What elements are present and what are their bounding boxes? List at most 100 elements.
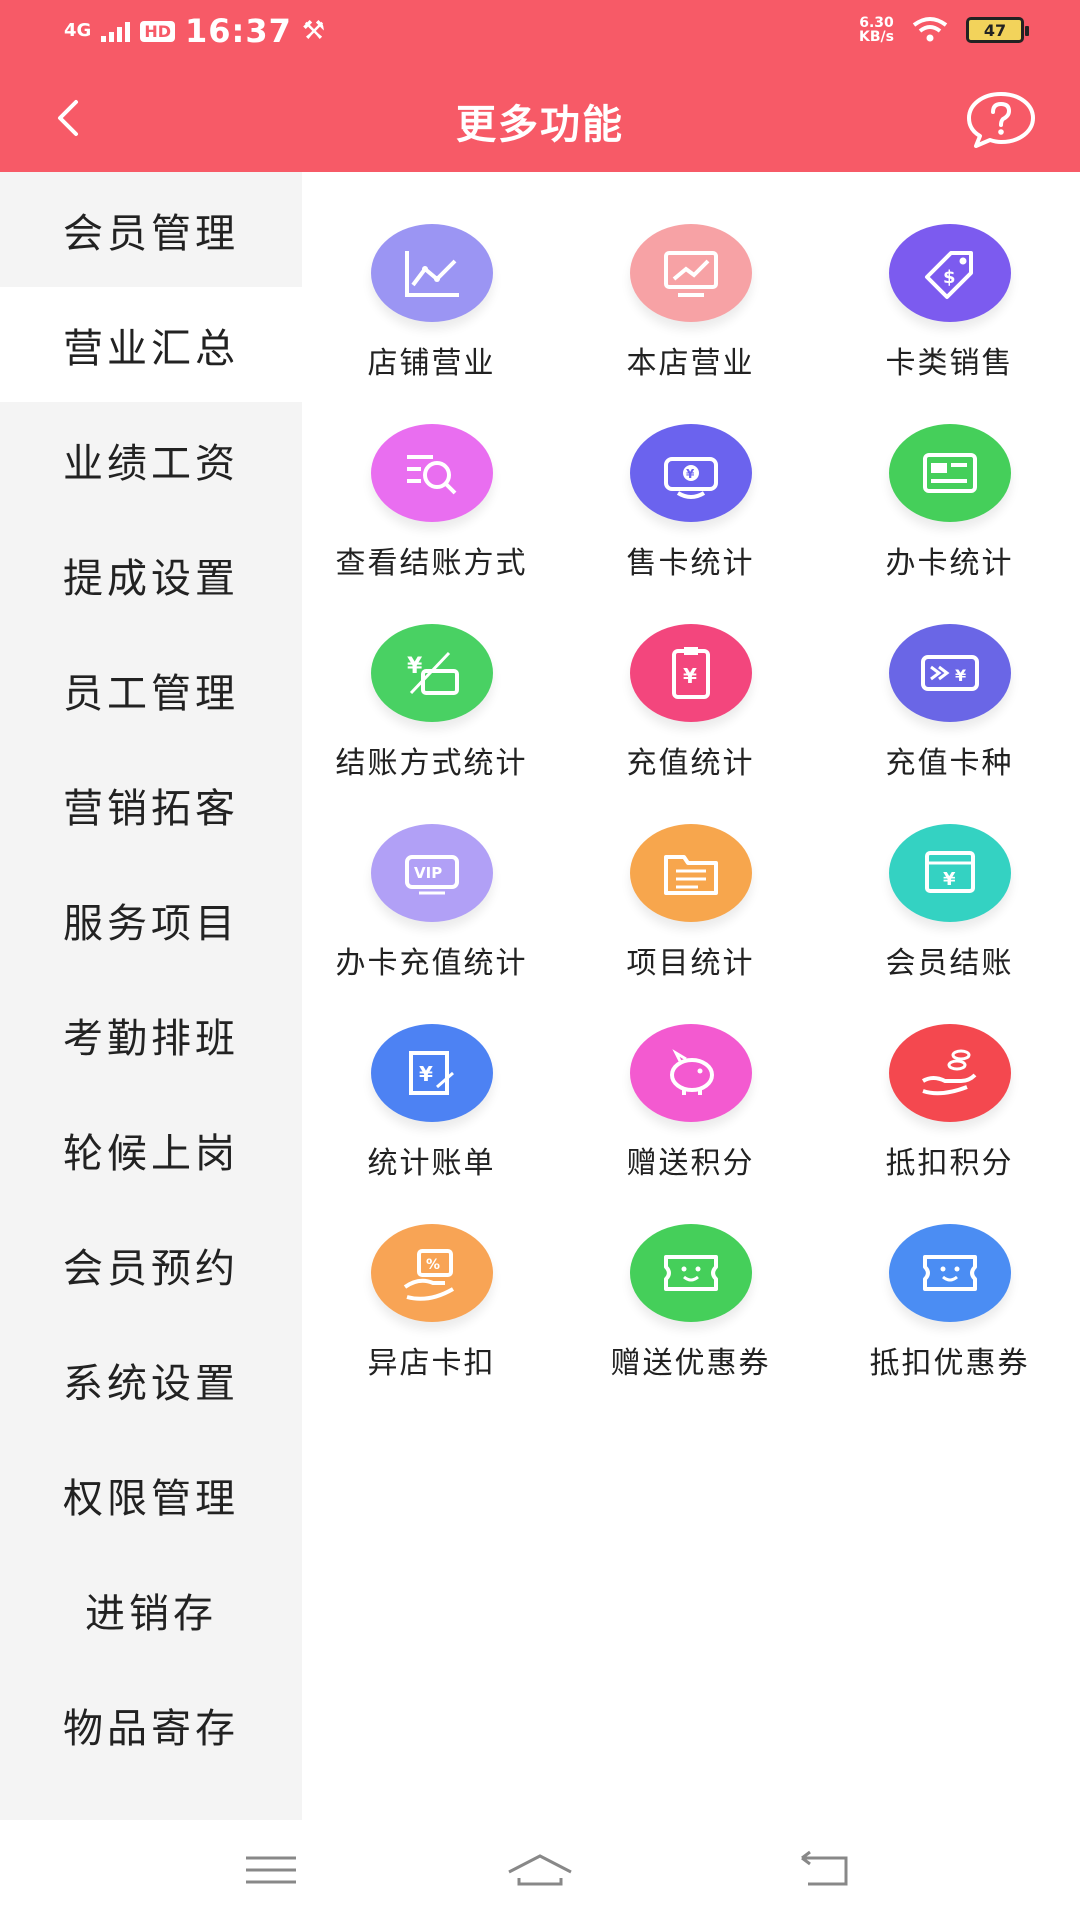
status-right: 6.30 KB/s 47 [859, 16, 1029, 44]
function-tile[interactable]: % 异店卡扣 [302, 1172, 561, 1381]
sidebar-item-label: 物品寄存 [63, 1705, 239, 1752]
sidebar-item-label: 会员管理 [63, 210, 239, 257]
function-tile[interactable]: ¥ 售卡统计 [561, 372, 820, 581]
function-tile[interactable]: 抵扣优惠券 [820, 1172, 1079, 1381]
sidebar-item-staff-management[interactable]: 员工管理 [0, 632, 302, 747]
back-nav-icon[interactable] [790, 1850, 860, 1890]
function-tile[interactable]: ¥ 会员结账 [820, 772, 1079, 981]
clipboard-yen-icon: ¥ [630, 624, 752, 722]
function-tile[interactable]: 店铺营业 [302, 172, 561, 381]
system-navigation-bar [0, 1820, 1080, 1920]
sidebar-item-member-booking[interactable]: 会员预约 [0, 1207, 302, 1322]
svg-text:¥: ¥ [683, 664, 697, 688]
sidebar-item-label: 员工管理 [63, 670, 239, 717]
function-tile[interactable]: 项目统计 [561, 772, 820, 981]
function-tile[interactable]: $ 卡类销售 [820, 172, 1079, 381]
sidebar-item-member-management[interactable]: 会员管理 [0, 172, 302, 287]
battery-icon: 47 [966, 17, 1029, 43]
sidebar-item-inventory[interactable]: 进销存 [0, 1552, 302, 1667]
function-tile[interactable]: ¥ 统计账单 [302, 972, 561, 1181]
search-list-icon [371, 424, 493, 522]
status-left: 4G HD 16:37 ⚒ [64, 12, 325, 50]
sidebar-item-permissions[interactable]: 权限管理 [0, 1437, 302, 1552]
coupon-smile-icon [889, 1224, 1011, 1322]
line-chart-icon [371, 224, 493, 322]
sidebar-item-label: 权限管理 [63, 1475, 239, 1522]
top-bar: 4G HD 16:37 ⚒ 6.30 KB/s 47 更多功能 [0, 0, 1080, 172]
svg-text:¥: ¥ [419, 1062, 433, 1086]
sidebar-item-marketing[interactable]: 营销拓客 [0, 747, 302, 862]
coin-hand-icon [889, 1024, 1011, 1122]
svg-text:¥: ¥ [686, 467, 695, 481]
function-tile[interactable]: 赠送积分 [561, 972, 820, 1181]
function-tile[interactable]: 赠送优惠券 [561, 1172, 820, 1381]
vip-card-icon: VIP [371, 824, 493, 922]
function-tile[interactable]: 本店营业 [561, 172, 820, 381]
battery-level: 47 [983, 20, 1007, 40]
speed-unit: KB/s [859, 29, 894, 45]
hd-badge: HD [140, 20, 175, 42]
sidebar-item-commission-settings[interactable]: 提成设置 [0, 517, 302, 632]
svg-text:¥: ¥ [955, 666, 966, 685]
sidebar-item-service-items[interactable]: 服务项目 [0, 862, 302, 977]
sidebar-item-label: 提成设置 [63, 555, 239, 602]
discount-card-icon: % [371, 1224, 493, 1322]
speed-value: 6.30 [859, 15, 894, 31]
page-title: 更多功能 [456, 102, 624, 148]
coupon-smile-icon [630, 1224, 752, 1322]
folder-list-icon [630, 824, 752, 922]
function-tile[interactable]: 查看结账方式 [302, 372, 561, 581]
signal-icon [101, 20, 131, 42]
function-label: 赠送优惠券 [610, 1346, 771, 1381]
status-bar: 4G HD 16:37 ⚒ 6.30 KB/s 47 [0, 0, 1080, 66]
sidebar-item-system-settings[interactable]: 系统设置 [0, 1322, 302, 1437]
sidebar-item-rotation[interactable]: 轮候上岗 [0, 1092, 302, 1207]
home-icon[interactable] [505, 1850, 575, 1890]
trend-board-icon [630, 224, 752, 322]
function-grid: 店铺营业 本店营业 $ 卡类销售 查看结账方式 ¥ 售卡统计 办卡统计 ¥ 结账… [302, 172, 1080, 1820]
sidebar-item-label: 进销存 [85, 1590, 217, 1637]
yen-screen-icon: ¥ [889, 824, 1011, 922]
arrow-card-icon: ¥ [889, 624, 1011, 722]
wallet-yen-icon: ¥ [630, 424, 752, 522]
network-type: 4G [64, 20, 92, 41]
function-label: 异店卡扣 [367, 1346, 496, 1381]
function-tile[interactable]: ¥ 结账方式统计 [302, 572, 561, 781]
sidebar-item-label: 系统设置 [63, 1360, 239, 1407]
sidebar-item-attendance[interactable]: 考勤排班 [0, 977, 302, 1092]
function-tile[interactable]: ¥ 充值卡种 [820, 572, 1079, 781]
price-tag-icon: $ [889, 224, 1011, 322]
id-card-icon [889, 424, 1011, 522]
piggy-bank-icon [630, 1024, 752, 1122]
function-tile[interactable]: 办卡统计 [820, 372, 1079, 581]
sidebar-item-storage[interactable]: 物品寄存 [0, 1667, 302, 1782]
function-tile[interactable]: VIP 办卡充值统计 [302, 772, 561, 981]
sidebar-item-label: 业绩工资 [63, 440, 239, 487]
sidebar: — — — 会员管理 营业汇总 业绩工资 提成设置 员工管理 营销拓客 服务项目… [0, 172, 302, 1820]
svg-text:¥: ¥ [943, 869, 956, 890]
menu-icon[interactable] [236, 1850, 306, 1890]
header: 更多功能 [0, 66, 1080, 172]
sidebar-item-label: 营销拓客 [63, 785, 239, 832]
svg-text:VIP: VIP [414, 864, 442, 882]
sidebar-item-label: 会员预约 [63, 1245, 239, 1292]
network-speed: 6.30 KB/s [859, 16, 894, 44]
function-label: 抵扣优惠券 [869, 1346, 1030, 1381]
sidebar-item-business-summary[interactable]: 营业汇总 [0, 287, 302, 402]
help-icon[interactable] [964, 90, 1038, 150]
svg-text:¥: ¥ [407, 654, 423, 679]
sidebar-item-performance-salary[interactable]: 业绩工资 [0, 402, 302, 517]
yen-card-icon: ¥ [371, 624, 493, 722]
function-tile[interactable]: 抵扣积分 [820, 972, 1079, 1181]
sidebar-item-label: 服务项目 [63, 900, 239, 947]
clock: 16:37 [184, 12, 292, 50]
sidebar-item-label: 营业汇总 [63, 325, 239, 372]
sidebar-item-label: 考勤排班 [63, 1015, 239, 1062]
svg-text:$: $ [943, 267, 956, 288]
wifi-icon [912, 17, 948, 42]
sidebar-item-label: 轮候上岗 [63, 1130, 239, 1177]
function-tile[interactable]: ¥ 充值统计 [561, 572, 820, 781]
yen-bill-icon: ¥ [371, 1024, 493, 1122]
svg-text:%: % [426, 1257, 440, 1273]
tools-icon: ⚒ [301, 16, 326, 46]
